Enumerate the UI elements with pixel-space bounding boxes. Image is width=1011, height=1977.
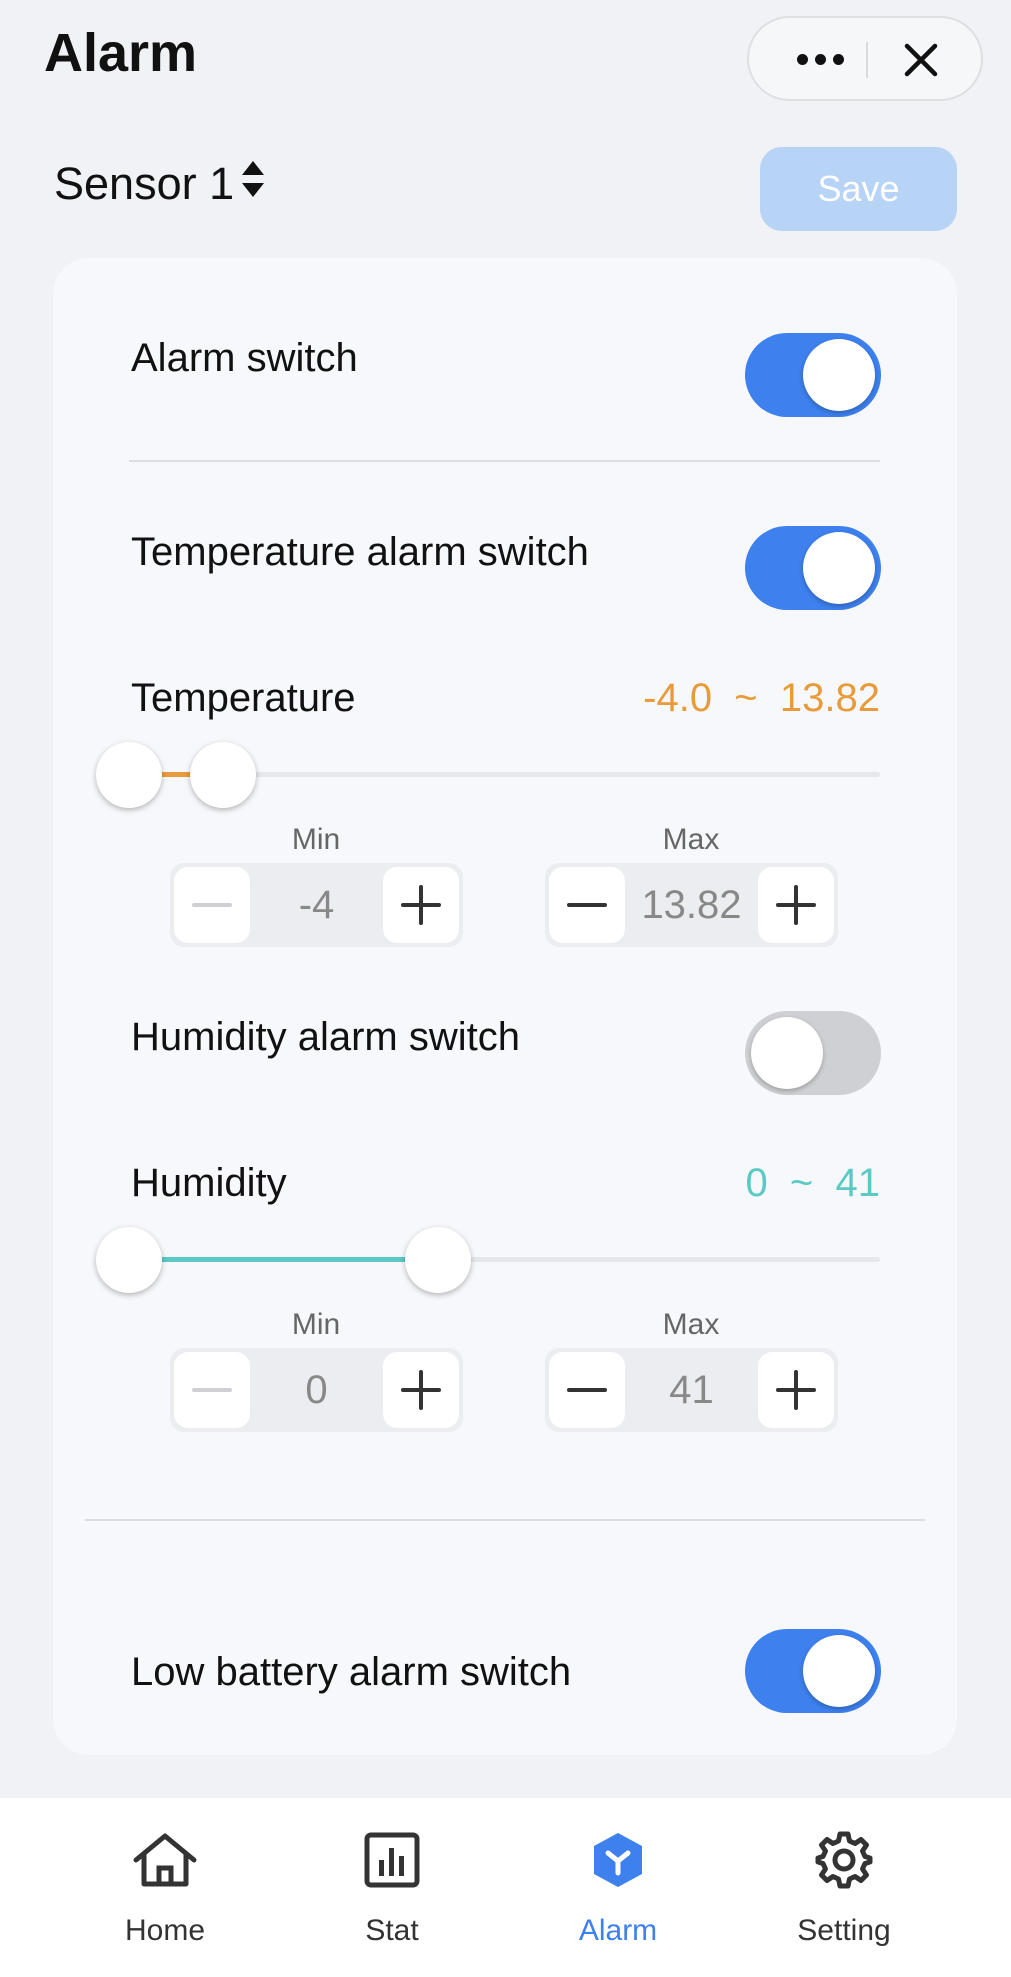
- temperature-range-value: -4.0 ~ 13.82: [643, 676, 880, 720]
- save-button[interactable]: Save: [760, 147, 957, 231]
- low-battery-switch-label: Low battery alarm switch: [131, 1650, 572, 1694]
- plus-icon: [401, 885, 441, 925]
- humidity-min-label: Min: [291, 1308, 341, 1341]
- temperature-max-stepper: 13.82: [545, 863, 838, 947]
- divider: [129, 460, 880, 462]
- tab-setting[interactable]: Setting: [759, 1828, 929, 1948]
- humidity-max-value[interactable]: 41: [625, 1348, 758, 1432]
- humidity-switch-toggle[interactable]: [745, 1011, 881, 1095]
- humidity-min-stepper: 0: [170, 1348, 463, 1432]
- sensor-selector-label: Sensor 1: [54, 158, 235, 209]
- low-battery-switch-toggle[interactable]: [745, 1629, 881, 1713]
- gear-icon: [759, 1828, 929, 1892]
- temperature-switch-toggle[interactable]: [745, 526, 881, 610]
- temperature-label: Temperature: [131, 676, 356, 720]
- capsule-divider: [866, 42, 868, 78]
- alarm-icon: [533, 1828, 703, 1892]
- divider: [85, 1519, 925, 1521]
- humidity-max-label: Max: [662, 1308, 720, 1341]
- toggle-knob: [803, 339, 875, 411]
- humidity-max-stepper: 41: [545, 1348, 838, 1432]
- humidity-min-increment-button[interactable]: [383, 1352, 459, 1428]
- humidity-max-decrement-button[interactable]: [549, 1352, 625, 1428]
- temperature-min-label: Min: [291, 823, 341, 856]
- minus-icon: [192, 1388, 232, 1392]
- minus-icon: [192, 903, 232, 907]
- humidity-max-thumb[interactable]: [405, 1227, 471, 1293]
- temperature-switch-label: Temperature alarm switch: [131, 530, 589, 574]
- temperature-max-decrement-button[interactable]: [549, 867, 625, 943]
- minus-icon: [567, 1388, 607, 1392]
- stat-icon: [307, 1828, 477, 1892]
- humidity-slider-fill: [129, 1257, 438, 1262]
- toggle-knob: [751, 1017, 823, 1089]
- temperature-min-thumb[interactable]: [96, 742, 162, 808]
- sort-arrows-icon: [240, 158, 266, 210]
- humidity-min-decrement-button[interactable]: [174, 1352, 250, 1428]
- humidity-min-thumb[interactable]: [96, 1227, 162, 1293]
- plus-icon: [401, 1370, 441, 1410]
- tab-home-label: Home: [124, 1914, 206, 1947]
- tab-alarm-label: Alarm: [578, 1914, 658, 1947]
- sensor-selector[interactable]: Sensor 1: [54, 158, 266, 210]
- temperature-max-thumb[interactable]: [190, 742, 256, 808]
- tab-alarm[interactable]: Alarm: [533, 1828, 703, 1948]
- temperature-max-increment-button[interactable]: [758, 867, 834, 943]
- alarm-switch-label: Alarm switch: [131, 336, 358, 380]
- humidity-min-value[interactable]: 0: [250, 1348, 383, 1432]
- toggle-knob: [803, 1635, 875, 1707]
- tab-stat[interactable]: Stat: [307, 1828, 477, 1948]
- temperature-min-decrement-button[interactable]: [174, 867, 250, 943]
- plus-icon: [776, 885, 816, 925]
- tab-home[interactable]: Home: [80, 1828, 250, 1948]
- plus-icon: [776, 1370, 816, 1410]
- home-icon: [80, 1828, 250, 1892]
- humidity-range-value: 0 ~ 41: [745, 1161, 880, 1205]
- more-icon[interactable]: [785, 44, 855, 74]
- tab-bar: Home Stat Alarm Setting: [0, 1798, 1011, 1977]
- tab-stat-label: Stat: [365, 1914, 419, 1947]
- temperature-max-value[interactable]: 13.82: [625, 863, 758, 947]
- humidity-switch-label: Humidity alarm switch: [131, 1015, 520, 1059]
- minus-icon: [567, 903, 607, 907]
- page-title: Alarm: [44, 23, 198, 83]
- tab-setting-label: Setting: [797, 1914, 891, 1947]
- temperature-max-label: Max: [662, 823, 720, 856]
- close-icon[interactable]: [891, 32, 951, 88]
- alarm-switch-toggle[interactable]: [745, 333, 881, 417]
- temperature-min-increment-button[interactable]: [383, 867, 459, 943]
- temperature-min-value[interactable]: -4: [250, 863, 383, 947]
- humidity-label: Humidity: [131, 1161, 287, 1205]
- humidity-max-increment-button[interactable]: [758, 1352, 834, 1428]
- toggle-knob: [803, 532, 875, 604]
- alarm-settings-card: Alarm switch Temperature alarm switch Te…: [53, 258, 957, 1755]
- mini-program-capsule: [747, 16, 983, 101]
- temperature-min-stepper: -4: [170, 863, 463, 947]
